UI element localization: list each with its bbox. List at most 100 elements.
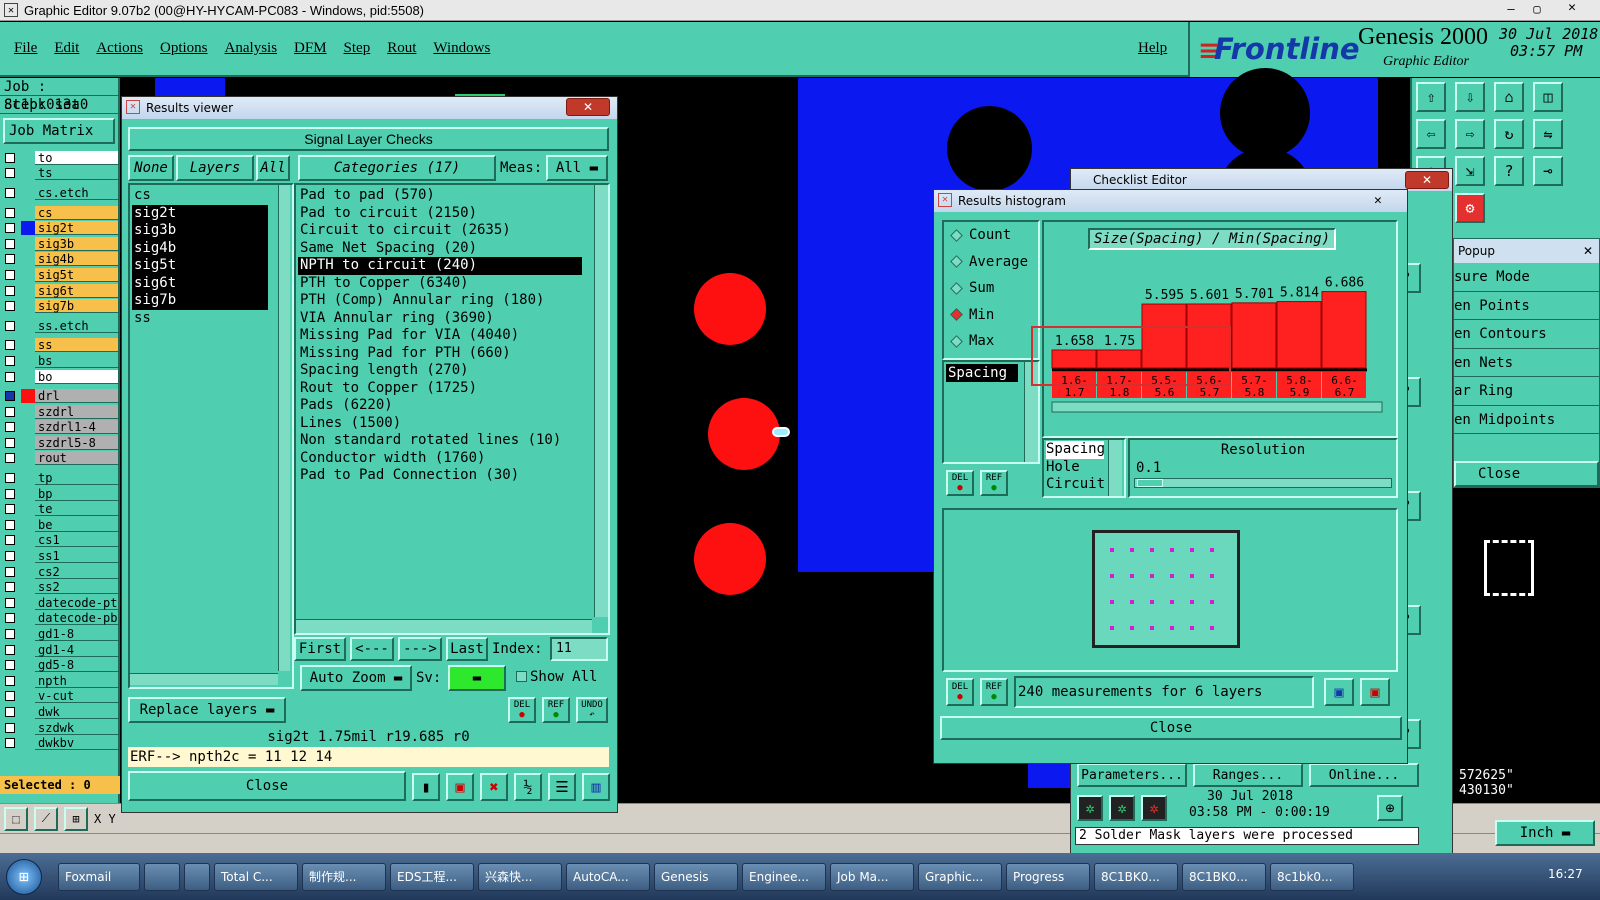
categories-list-box[interactable]: Pad to pad (570) Pad to circuit (2150) Cir… [294, 183, 610, 635]
taskbar-item[interactable]: Job Ma... [830, 862, 914, 891]
maximize-button[interactable]: ▢ [1524, 2, 1550, 18]
histogram-close-x[interactable]: ✕ [1374, 193, 1382, 208]
layer-name[interactable]: cs [35, 205, 118, 220]
run-all-icon[interactable]: ✲ [1109, 795, 1135, 821]
sv-color-dropdown[interactable]: ▬ [448, 665, 506, 691]
categories-button[interactable]: Categories (17) [298, 155, 496, 181]
menu-edit[interactable]: Edit [54, 40, 79, 57]
radio-icon[interactable] [950, 281, 963, 295]
taskbar-item[interactable] [184, 862, 210, 891]
bar-chart-icon[interactable]: ▮ [412, 773, 440, 801]
layer-list-item[interactable]: sig5t [132, 257, 268, 275]
layer-checkbox[interactable] [5, 660, 15, 671]
category-item[interactable]: Missing Pad for PTH (660) [298, 345, 582, 363]
layer-name[interactable]: npth [35, 673, 118, 688]
layer-name[interactable]: sig7b [35, 299, 118, 314]
layer-name[interactable]: sig5t [35, 267, 118, 282]
job-matrix-button[interactable]: Job Matrix [3, 118, 115, 144]
stat-option[interactable]: Count [944, 222, 1038, 249]
zoom-icon[interactable]: ⊕ [1377, 795, 1403, 821]
tool-left-icon[interactable]: ⇦ [1416, 119, 1446, 149]
layer-row[interactable]: rout [0, 451, 118, 467]
del-button[interactable]: DEL ● [508, 697, 536, 723]
taskbar-item[interactable]: 兴森快... [478, 862, 562, 891]
metric-type-scrollbar[interactable] [1108, 440, 1122, 496]
taskbar-item[interactable] [144, 862, 180, 891]
metric-list[interactable]: Spacing [942, 360, 1040, 464]
category-item[interactable]: PTH to Copper (6340) [298, 275, 582, 293]
tool-drc2-icon[interactable]: ⚙ [1455, 193, 1485, 223]
category-item[interactable]: Pads (6220) [298, 397, 582, 415]
stat-option[interactable]: Average [944, 249, 1038, 276]
menu-analysis[interactable]: Analysis [225, 40, 278, 57]
zoom-area-icon[interactable]: ⬚ [4, 806, 28, 831]
taskbar-item[interactable]: AutoCA... [566, 862, 650, 891]
metric-list-item[interactable]: Spacing [946, 364, 1018, 382]
category-item[interactable]: VIA Annular ring (3690) [298, 310, 582, 328]
tool-mirror-icon[interactable]: ⇋ [1533, 119, 1563, 149]
layer-name[interactable]: ss.etch [35, 318, 118, 333]
layer-name[interactable]: gd5-8 [35, 658, 118, 673]
delete-icon[interactable]: ✖ [480, 773, 508, 801]
layer-list-item[interactable]: cs [132, 187, 268, 205]
layer-checkbox[interactable] [5, 207, 15, 218]
layer-name[interactable]: drl [35, 389, 118, 404]
histogram-bar[interactable] [1231, 302, 1277, 369]
layer-list-item[interactable]: sig2t [132, 204, 268, 222]
radio-icon[interactable] [950, 308, 963, 322]
layer-row[interactable]: cs1 [0, 533, 118, 549]
layer-checkbox[interactable] [5, 437, 15, 448]
layer-checkbox[interactable] [5, 504, 15, 515]
layer-name[interactable]: datecode-pb [35, 611, 118, 626]
layer-checkbox[interactable] [5, 254, 15, 265]
layer-row[interactable]: to [0, 150, 118, 166]
layer-name[interactable]: ts [35, 166, 118, 181]
layer-row[interactable]: cs [0, 205, 118, 221]
layer-list-item[interactable]: sig7b [132, 292, 268, 310]
run-icon[interactable]: ✲ [1077, 795, 1103, 821]
layer-list-item[interactable]: sig3b [132, 222, 268, 240]
layer-name[interactable]: sig2t [35, 221, 118, 236]
layer-checkbox[interactable] [5, 371, 15, 382]
category-item[interactable]: Pad to Pad Connection (30) [298, 467, 582, 485]
layer-name[interactable]: gd1-8 [35, 627, 118, 642]
layer-checkbox[interactable] [5, 320, 15, 331]
layer-checkbox[interactable] [5, 597, 15, 608]
layer-list-hscroll[interactable] [130, 673, 278, 685]
layer-row[interactable]: gd1-8 [0, 626, 118, 642]
layer-checkbox[interactable] [5, 152, 15, 163]
categories-hscroll[interactable] [296, 619, 592, 633]
taskbar-item[interactable]: Enginee... [742, 862, 826, 891]
layer-list-box[interactable]: cs sig2t sig3b sig4b sig5t sig6t sig7b ss [128, 183, 294, 689]
layer-row[interactable]: sig4b [0, 252, 118, 268]
layer-row[interactable]: drl [0, 388, 118, 404]
layer-row[interactable]: szdwk [0, 720, 118, 736]
layer-row[interactable]: szdrl5-8 [0, 435, 118, 451]
histogram-bar[interactable] [1276, 301, 1322, 369]
layer-name[interactable]: bo [35, 369, 118, 384]
auto-zoom-dropdown[interactable]: Auto Zoom ▬ [300, 665, 412, 691]
layer-row[interactable]: bp [0, 486, 118, 502]
tool-rotate-icon[interactable]: ↻ [1494, 119, 1524, 149]
next-button[interactable]: ---> [398, 637, 442, 661]
layer-name[interactable]: gd1-4 [35, 642, 118, 657]
layer-list-item[interactable]: ss [132, 310, 268, 328]
layer-row[interactable]: ss2 [0, 579, 118, 595]
category-item[interactable]: Same Net Spacing (20) [298, 240, 582, 258]
ranges-button[interactable]: Ranges... [1193, 763, 1303, 787]
tool-right-icon[interactable]: ⇨ [1455, 119, 1485, 149]
board-preview[interactable] [942, 508, 1398, 672]
parameters-button[interactable]: Parameters... [1077, 763, 1187, 787]
none-button[interactable]: None [128, 155, 174, 181]
histogram-bar[interactable] [1321, 291, 1367, 369]
layer-name[interactable]: szdwk [35, 720, 118, 735]
run-stop-icon[interactable]: ✲ [1141, 795, 1167, 821]
layer-row[interactable]: dwkbv [0, 735, 118, 751]
layer-name[interactable]: bp [35, 486, 118, 501]
metric-type-item[interactable]: Hole [1046, 459, 1104, 477]
metric-type-list[interactable]: Spacing Hole Circuit [1042, 438, 1126, 498]
results-viewer-close-button[interactable]: Close [128, 771, 406, 801]
layer-row[interactable]: tp [0, 470, 118, 486]
layer-name[interactable]: dwk [35, 704, 118, 719]
hist-del-button-2[interactable]: DEL ● [946, 678, 974, 706]
